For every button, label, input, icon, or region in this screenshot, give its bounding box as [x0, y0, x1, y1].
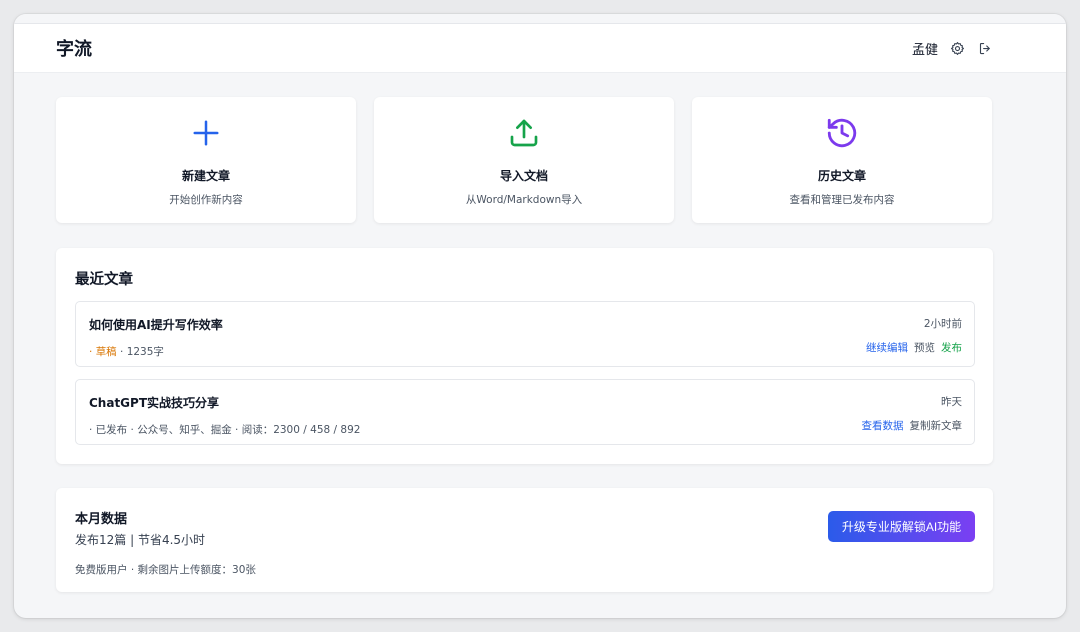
article-time: 昨天 — [941, 396, 962, 408]
logout-icon[interactable] — [976, 39, 994, 57]
article-item[interactable]: ChatGPT实战技巧分享 昨天 · 已发布 · 公众号、知乎、掘金 · 阅读：… — [75, 379, 975, 445]
quota-text: 免费版用户 · 剩余图片上传额度：30张 — [75, 564, 256, 576]
upload-icon — [506, 115, 542, 151]
monthly-stats-panel: 本月数据 发布12篇 | 节省4.5小时 免费版用户 · 剩余图片上传额度：30… — [56, 488, 993, 592]
plus-icon — [188, 115, 224, 151]
view-data-link[interactable]: 查看数据 — [862, 418, 904, 433]
history-icon — [824, 115, 860, 151]
article-meta: · 已发布 · 公众号、知乎、掘金 · 阅读：2300 / 458 / 892 — [89, 424, 361, 436]
card-desc: 开始创作新内容 — [169, 194, 243, 206]
import-document-card[interactable]: 导入文档 从Word/Markdown导入 — [374, 97, 674, 223]
settings-gear-icon[interactable] — [948, 39, 966, 57]
user-name[interactable]: 孟健 — [912, 39, 938, 58]
title-bar — [14, 14, 1066, 23]
article-item[interactable]: 如何使用AI提升写作效率 2小时前 · 草稿 · 1235字 继续编辑 预览 发… — [75, 301, 975, 367]
recent-articles-panel: 最近文章 如何使用AI提升写作效率 2小时前 · 草稿 · 1235字 继续编辑… — [56, 248, 993, 464]
new-article-card[interactable]: 新建文章 开始创作新内容 — [56, 97, 356, 223]
copy-new-article-link[interactable]: 复制新文章 — [910, 418, 963, 433]
publish-link[interactable]: 发布 — [941, 340, 962, 355]
card-title: 新建文章 — [181, 169, 230, 183]
article-title[interactable]: 如何使用AI提升写作效率 — [89, 316, 962, 333]
top-header: 字流 孟健 — [14, 23, 1066, 73]
word-count: · 1235字 — [116, 346, 164, 358]
app-window: 字流 孟健 新建文章 开始创作新内容 导入文档 从Word/Markdown导入… — [14, 14, 1066, 618]
card-desc: 查看和管理已发布内容 — [789, 194, 895, 206]
upgrade-pro-button[interactable]: 升级专业版解锁AI功能 — [828, 511, 975, 542]
section-title: 最近文章 — [75, 272, 133, 288]
article-time: 2小时前 — [923, 318, 962, 330]
article-actions: 查看数据 复制新文章 — [862, 418, 963, 433]
article-actions: 继续编辑 预览 发布 — [866, 340, 962, 355]
card-title: 导入文档 — [499, 169, 548, 183]
article-meta: · 草稿 · 1235字 — [89, 344, 962, 359]
card-desc: 从Word/Markdown导入 — [465, 194, 583, 206]
draft-status-badge: 草稿 — [95, 346, 117, 358]
history-articles-card[interactable]: 历史文章 查看和管理已发布内容 — [692, 97, 992, 223]
card-title: 历史文章 — [817, 169, 866, 183]
continue-edit-link[interactable]: 继续编辑 — [866, 340, 908, 355]
brand-logo[interactable]: 字流 — [56, 35, 92, 61]
preview-link[interactable]: 预览 — [914, 340, 935, 355]
article-title[interactable]: ChatGPT实战技巧分享 — [89, 394, 962, 411]
meta-prefix: · — [89, 346, 96, 358]
header-actions: 孟健 — [912, 39, 994, 58]
quick-action-cards: 新建文章 开始创作新内容 导入文档 从Word/Markdown导入 历史文章 … — [56, 97, 992, 223]
